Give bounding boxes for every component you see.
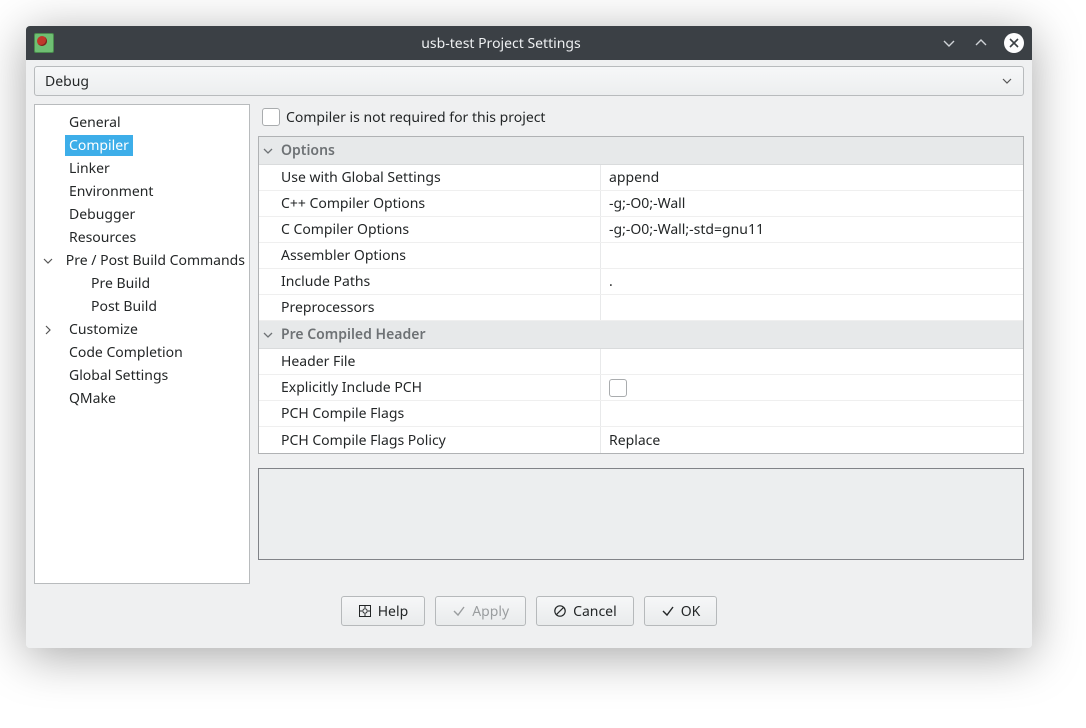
property-key: Use with Global Settings: [259, 165, 601, 190]
property-key: C Compiler Options: [259, 217, 601, 242]
button-bar: Help Apply Cancel OK: [34, 584, 1024, 640]
sidebar-item-label: Pre Build: [87, 273, 154, 294]
apply-button[interactable]: Apply: [435, 596, 526, 626]
sidebar-item-label: Environment: [65, 181, 157, 202]
sidebar-item-environment[interactable]: Environment: [35, 180, 249, 203]
group-header-options[interactable]: Options: [259, 137, 1023, 165]
sidebar-item-code-completion[interactable]: Code Completion: [35, 341, 249, 364]
maximize-button[interactable]: [972, 34, 990, 52]
sidebar-item-linker[interactable]: Linker: [35, 157, 249, 180]
property-row[interactable]: Use with Global Settingsappend: [259, 165, 1023, 191]
chevron-down-icon: [263, 330, 277, 340]
sidebar-item-post-build[interactable]: Post Build: [35, 295, 249, 318]
sidebar-item-label: Compiler: [65, 135, 133, 156]
property-value[interactable]: [601, 401, 1023, 426]
configuration-select[interactable]: Debug: [34, 66, 1024, 96]
property-value[interactable]: append: [601, 165, 1023, 190]
sidebar-item-label: Pre / Post Build Commands: [62, 250, 249, 271]
ok-button[interactable]: OK: [644, 596, 718, 626]
compiler-not-required-label: Compiler is not required for this projec…: [286, 108, 546, 127]
sidebar-item-compiler[interactable]: Compiler: [35, 134, 249, 157]
sidebar-item-debugger[interactable]: Debugger: [35, 203, 249, 226]
window-title: usb-test Project Settings: [62, 34, 940, 53]
group-title: Options: [281, 141, 335, 160]
cancel-button[interactable]: Cancel: [536, 596, 634, 626]
property-key: Preprocessors: [259, 295, 601, 320]
minimize-button[interactable]: [940, 34, 958, 52]
help-button-label: Help: [378, 602, 409, 621]
sidebar-item-qmake[interactable]: QMake: [35, 387, 249, 410]
property-value[interactable]: -g;-O0;-Wall: [601, 191, 1023, 216]
chevron-down-icon: [263, 146, 277, 156]
property-row[interactable]: Include Paths.: [259, 269, 1023, 295]
apply-button-label: Apply: [472, 602, 509, 621]
property-key: PCH Compile Flags Policy: [259, 427, 601, 453]
cancel-icon: [553, 604, 567, 618]
check-icon: [661, 604, 675, 618]
group-title: Pre Compiled Header: [281, 325, 426, 344]
sidebar-item-pre-build[interactable]: Pre Build: [35, 272, 249, 295]
property-value[interactable]: [601, 375, 1023, 400]
titlebar: usb-test Project Settings: [26, 26, 1032, 60]
sidebar-item-customize[interactable]: Customize: [35, 318, 249, 341]
property-value[interactable]: [601, 243, 1023, 268]
content-area: Debug GeneralCompilerLinkerEnvironmentDe…: [26, 60, 1032, 648]
help-button[interactable]: Help: [341, 596, 426, 626]
category-sidebar: GeneralCompilerLinkerEnvironmentDebugger…: [34, 104, 250, 584]
property-value[interactable]: .: [601, 269, 1023, 294]
sidebar-item-label: Debugger: [65, 204, 139, 225]
property-key: Assembler Options: [259, 243, 601, 268]
sidebar-item-resources[interactable]: Resources: [35, 226, 249, 249]
property-row[interactable]: C++ Compiler Options-g;-O0;-Wall: [259, 191, 1023, 217]
property-key: Header File: [259, 349, 601, 374]
property-row[interactable]: C Compiler Options-g;-O0;-Wall;-std=gnu1…: [259, 217, 1023, 243]
settings-pane: Compiler is not required for this projec…: [258, 104, 1024, 584]
chevron-down-icon[interactable]: [43, 256, 62, 266]
sidebar-item-label: Code Completion: [65, 342, 187, 363]
sidebar-item-label: Customize: [65, 319, 142, 340]
close-button[interactable]: [1004, 33, 1024, 53]
property-key: Explicitly Include PCH: [259, 375, 601, 400]
app-icon: [34, 33, 54, 53]
property-key: C++ Compiler Options: [259, 191, 601, 216]
property-value[interactable]: Replace: [601, 427, 1023, 453]
property-row[interactable]: Header File: [259, 349, 1023, 375]
property-row[interactable]: Preprocessors: [259, 295, 1023, 321]
property-row[interactable]: PCH Compile Flags: [259, 401, 1023, 427]
property-row[interactable]: Explicitly Include PCH: [259, 375, 1023, 401]
help-icon: [358, 604, 372, 618]
sidebar-item-label: Resources: [65, 227, 140, 248]
chevron-down-icon: [1001, 75, 1013, 87]
configuration-value: Debug: [45, 72, 89, 91]
sidebar-item-label: Post Build: [87, 296, 161, 317]
window-controls: [940, 33, 1024, 53]
sidebar-item-label: Linker: [65, 158, 114, 179]
chevron-right-icon[interactable]: [43, 325, 65, 335]
property-key: PCH Compile Flags: [259, 401, 601, 426]
property-key: Include Paths: [259, 269, 601, 294]
property-value[interactable]: [601, 295, 1023, 320]
ok-button-label: OK: [681, 602, 701, 621]
window: usb-test Project Settings Debug GeneralC…: [26, 26, 1032, 648]
property-table: Options Use with Global SettingsappendC++…: [258, 136, 1024, 454]
check-icon: [452, 604, 466, 618]
property-row[interactable]: PCH Compile Flags PolicyReplace: [259, 427, 1023, 453]
compiler-not-required-checkbox[interactable]: [262, 108, 280, 126]
property-row[interactable]: Assembler Options: [259, 243, 1023, 269]
property-value[interactable]: -g;-O0;-Wall;-std=gnu11: [601, 217, 1023, 242]
sidebar-item-label: General: [65, 112, 125, 133]
description-box: [258, 468, 1024, 560]
sidebar-item-pre-post-build-commands[interactable]: Pre / Post Build Commands: [35, 249, 249, 272]
sidebar-item-label: Global Settings: [65, 365, 172, 386]
sidebar-item-global-settings[interactable]: Global Settings: [35, 364, 249, 387]
property-checkbox[interactable]: [609, 379, 627, 397]
sidebar-item-general[interactable]: General: [35, 111, 249, 134]
cancel-button-label: Cancel: [573, 602, 617, 621]
property-value[interactable]: [601, 349, 1023, 374]
group-header-pre-compiled-header[interactable]: Pre Compiled Header: [259, 321, 1023, 349]
compiler-not-required-row[interactable]: Compiler is not required for this projec…: [258, 104, 1024, 130]
sidebar-item-label: QMake: [65, 388, 120, 409]
